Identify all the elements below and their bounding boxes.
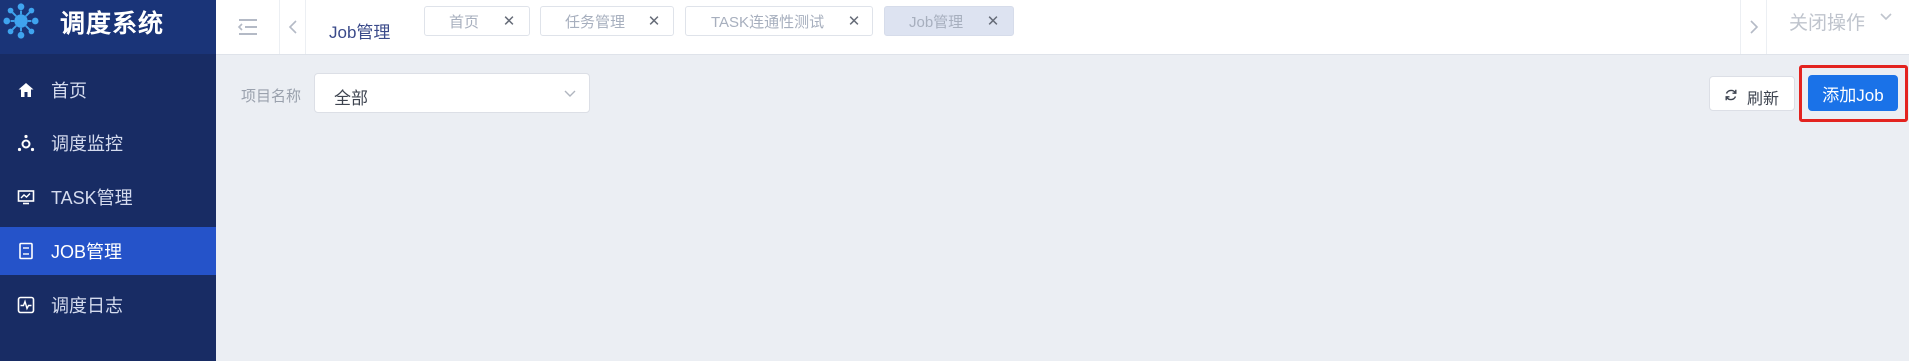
close-icon[interactable]: ✕ — [502, 13, 516, 30]
sidebar-item-label: TASK管理 — [51, 188, 133, 208]
sidebar-item-task[interactable]: TASK管理 — [0, 173, 216, 221]
project-select[interactable]: 全部 — [314, 73, 590, 113]
tabs-scroll-right-button[interactable] — [1740, 0, 1766, 54]
refresh-button[interactable]: 刷新 — [1709, 76, 1795, 111]
chevron-right-icon — [1749, 20, 1758, 34]
home-icon — [16, 80, 36, 100]
refresh-icon — [1725, 89, 1737, 101]
chevron-left-icon — [288, 20, 297, 34]
logo-icon — [3, 3, 39, 39]
tab-task-management[interactable]: 任务管理 ✕ — [540, 6, 674, 36]
app-logo-bar[interactable]: 调度系统 — [0, 0, 216, 54]
sidebar-item-label: 调度监控 — [51, 134, 123, 154]
tab-label: Job管理 — [909, 13, 964, 31]
sidebar-item-monitor[interactable]: 调度监控 — [0, 119, 216, 167]
project-name-label: 项目名称 — [241, 88, 302, 105]
add-job-button[interactable]: 添加Job — [1808, 75, 1898, 111]
tab-task-connectivity[interactable]: TASK连通性测试 ✕ — [685, 6, 873, 36]
tab-label: 任务管理 — [565, 13, 626, 31]
sidebar-item-home[interactable]: 首页 — [0, 66, 216, 114]
sidebar-item-job[interactable]: JOB管理 — [0, 227, 216, 275]
chevron-down-icon — [1880, 13, 1892, 21]
sidebar-item-log[interactable]: 调度日志 — [0, 281, 216, 329]
close-operations-label: 关闭操作 — [1789, 13, 1866, 34]
sidebar: 调度系统 首页 调度监控 TASK管理 JOB管理 调度日志 — [0, 0, 216, 361]
pulse-log-icon — [16, 295, 36, 315]
tab-label: 首页 — [449, 13, 480, 31]
monitor-node-icon — [16, 133, 36, 153]
sidebar-toggle-button[interactable] — [216, 0, 280, 54]
breadcrumb: Job管理 — [329, 23, 391, 42]
app-title: 调度系统 — [60, 10, 165, 38]
sidebar-item-label: JOB管理 — [51, 242, 123, 262]
close-icon[interactable]: ✕ — [986, 13, 1000, 30]
menu-fold-icon — [237, 19, 257, 35]
screen-chart-icon — [16, 187, 36, 207]
chevron-down-icon — [564, 90, 576, 97]
project-select-value: 全部 — [334, 89, 368, 108]
refresh-label: 刷新 — [1747, 91, 1780, 108]
sidebar-item-label: 首页 — [51, 81, 87, 101]
tab-label: TASK连通性测试 — [711, 13, 825, 31]
top-bar: Job管理 首页 ✕ 任务管理 ✕ TASK连通性测试 ✕ Job管理 ✕ 关闭… — [216, 0, 1909, 55]
tab-job-management[interactable]: Job管理 ✕ — [884, 6, 1014, 36]
sidebar-item-label: 调度日志 — [51, 296, 123, 316]
tab-home[interactable]: 首页 ✕ — [424, 6, 530, 36]
close-icon[interactable]: ✕ — [847, 13, 861, 30]
tabs-scroll-left-button[interactable] — [280, 0, 306, 54]
document-icon — [16, 241, 36, 261]
close-icon[interactable]: ✕ — [647, 13, 661, 30]
close-operations-dropdown[interactable]: 关闭操作 — [1766, 0, 1909, 54]
